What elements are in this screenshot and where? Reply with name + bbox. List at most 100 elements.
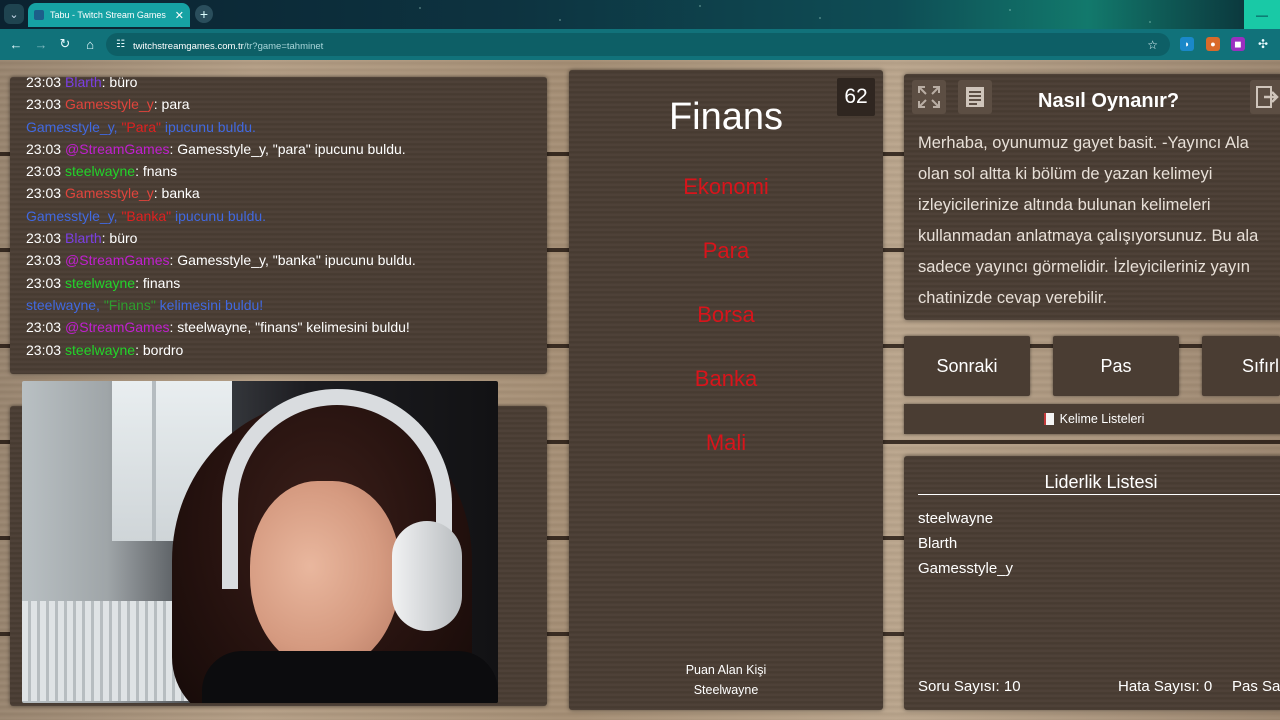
chat-username[interactable]: @StreamGames (65, 141, 169, 157)
chat-text: büro (109, 230, 138, 247)
chat-timestamp: 23:03 (26, 185, 62, 202)
chat-notice-user: steelwayne, (26, 296, 104, 313)
notebook-icon (1043, 413, 1054, 425)
target-word: Finans (668, 96, 784, 138)
chat-message: Gamesstyle_y, "Banka" ipucunu buldu. (26, 205, 537, 227)
question-count-value: 10 (1003, 678, 1021, 695)
chat-separator: : (135, 163, 143, 180)
word-lists-label: Kelime Listeleri (1059, 412, 1145, 426)
word-card: 62 Finans Ekonomi Para Borsa Banka Mali … (569, 70, 883, 710)
chat-timestamp: 23:03 (26, 274, 62, 291)
error-count-stat: Hata Sayısı: 0 (1118, 678, 1212, 695)
chat-message: 23:03 @StreamGames: Gamesstyle_y, "para" … (26, 138, 537, 160)
chat-text: banka (161, 185, 200, 202)
how-to-play-panel: Nasıl Oynanır? Merhaba, oyunumuz gayet b… (904, 74, 1280, 320)
url-host: twitchstreamgames.com.tr (132, 40, 244, 52)
question-count-stat: Soru Sayısı: 10 (918, 678, 1021, 695)
chat-username[interactable]: @StreamGames (65, 252, 169, 268)
webcam-shirt (202, 651, 498, 703)
error-count-label: Hata Sayısı: (1118, 678, 1200, 695)
chat-panel: 23:03 Blarth: büro 23:03 Gamesstyle_y: para… (10, 77, 547, 374)
chat-timestamp: 23:03 (26, 96, 62, 113)
chat-timestamp: 23:03 (26, 230, 62, 247)
how-to-play-text: Merhaba, oyunumuz gayet basit. -Yayıncı … (918, 134, 1259, 307)
tab-search-dropdown-icon[interactable]: ⌄ (4, 4, 24, 24)
browser-tab[interactable]: Tabu - Twitch Stream Games ✕ (28, 3, 190, 27)
chat-message-list: 23:03 Blarth: büro 23:03 Gamesstyle_y: para… (26, 77, 537, 361)
forbidden-word: Para (702, 238, 750, 263)
pass-count-stat: Pas Say (1232, 678, 1280, 695)
chat-notice-text: ipucunu buldu. (171, 207, 267, 224)
chat-message: 23:03 Blarth: büro (26, 77, 537, 93)
new-tab-button[interactable]: + (195, 5, 213, 23)
home-icon[interactable]: ⌂ (82, 36, 98, 52)
url-text: twitchstreamgames.com.tr/tr?game=tahmine… (133, 36, 323, 54)
chat-message: 23:03 steelwayne: bordro (26, 339, 537, 361)
chat-notice-text: ipucunu buldu. (160, 118, 256, 135)
leaderboard-title: Liderlik Listesi (1044, 472, 1158, 492)
address-bar[interactable]: ☷ twitchstreamgames.com.tr/tr?game=tahmi… (106, 33, 1170, 56)
tab-title: Tabu - Twitch Stream Games (50, 10, 166, 20)
forbidden-word: Ekonomi (683, 174, 769, 199)
window-minimize-button[interactable]: — (1244, 0, 1280, 29)
chat-notice-text: kelimesini buldu! (155, 296, 264, 313)
chat-text: büro (109, 77, 138, 90)
webcam-earcup (392, 521, 462, 631)
chat-username[interactable]: steelwayne (65, 163, 135, 179)
url-path: /tr?game=tahminet (243, 40, 324, 52)
reset-button[interactable]: Sıfırl (1202, 336, 1280, 396)
chat-message: 23:03 Gamesstyle_y: para (26, 93, 537, 115)
leaderboard-player: steelwayne (918, 510, 994, 527)
chat-message: 23:03 @StreamGames: steelwayne, "finans" … (26, 316, 537, 338)
site-info-icon[interactable]: ☷ (116, 39, 125, 50)
chat-username[interactable]: Blarth (65, 77, 102, 90)
next-button[interactable]: Sonraki (904, 336, 1030, 396)
leaderboard-player: Gamesstyle_y (918, 560, 1014, 577)
chat-username[interactable]: steelwayne (65, 342, 135, 358)
exit-icon[interactable] (1250, 80, 1280, 114)
chat-message: Gamesstyle_y, "Para" ipucunu buldu. (26, 116, 537, 138)
tab-close-icon[interactable]: ✕ (175, 9, 184, 22)
chat-text: steelwayne, "finans" kelimesini buldu! (177, 319, 410, 336)
site-favicon-icon (34, 10, 44, 20)
pass-button[interactable]: Pas (1053, 336, 1179, 396)
chat-timestamp: 23:03 (26, 319, 62, 336)
chat-username[interactable]: Blarth (65, 230, 102, 246)
extension-sound-icon[interactable]: ◗ (1180, 37, 1194, 51)
notes-icon[interactable] (958, 80, 992, 114)
extension-twitch-icon[interactable]: ◼ (1231, 37, 1245, 51)
chat-message: 23:03 Blarth: büro (26, 227, 537, 249)
chat-timestamp: 23:03 (26, 77, 62, 90)
chat-message: 23:03 steelwayne: finans (26, 272, 537, 294)
fullscreen-icon[interactable] (912, 80, 946, 114)
chat-username[interactable]: Gamesstyle_y (65, 185, 154, 201)
word-lists-button[interactable]: Kelime Listeleri (904, 404, 1280, 434)
chat-message: steelwayne, "Finans" kelimesini buldu! (26, 294, 537, 316)
reload-icon[interactable]: ↻ (57, 36, 73, 52)
forward-arrow-icon[interactable]: → (33, 36, 49, 52)
chat-notice-user: Gamesstyle_y, (26, 207, 122, 224)
extension-cookie-icon[interactable]: ● (1206, 37, 1220, 51)
chat-text: Gamesstyle_y, "banka" ipucunu buldu. (177, 252, 416, 269)
chat-username[interactable]: Gamesstyle_y (65, 96, 154, 112)
chat-message: 23:03 steelwayne: fnans (26, 160, 537, 182)
forbidden-word: Borsa (697, 302, 755, 327)
chat-message: 23:03 @StreamGames: Gamesstyle_y, "banka"… (26, 249, 537, 271)
back-arrow-icon[interactable]: ← (8, 36, 24, 52)
chat-notice-word: "Banka" (121, 207, 172, 224)
chat-separator: : (153, 96, 162, 113)
chat-username[interactable]: steelwayne (65, 275, 135, 291)
scorer-label: Puan Alan Kişi (685, 663, 767, 677)
chat-text: bordro (142, 341, 184, 358)
chat-timestamp: 23:03 (26, 140, 62, 157)
bookmark-star-icon[interactable]: ☆ (1147, 38, 1158, 52)
browser-tab-bar: ⌄ Tabu - Twitch Stream Games ✕ + — (0, 0, 1280, 29)
game-page: 23:03 Blarth: büro 23:03 Gamesstyle_y: para… (0, 60, 1280, 720)
chat-text: Gamesstyle_y, "para" ipucunu buldu. (177, 140, 406, 157)
pass-count-label: Pas Say (1232, 678, 1280, 695)
scorer-name: Steelwayne (693, 683, 759, 697)
chat-timestamp: 23:03 (26, 163, 62, 180)
tabbar-background (0, 0, 1280, 29)
chat-username[interactable]: @StreamGames (65, 319, 169, 335)
extensions-puzzle-icon[interactable]: ✣ (1256, 37, 1270, 51)
